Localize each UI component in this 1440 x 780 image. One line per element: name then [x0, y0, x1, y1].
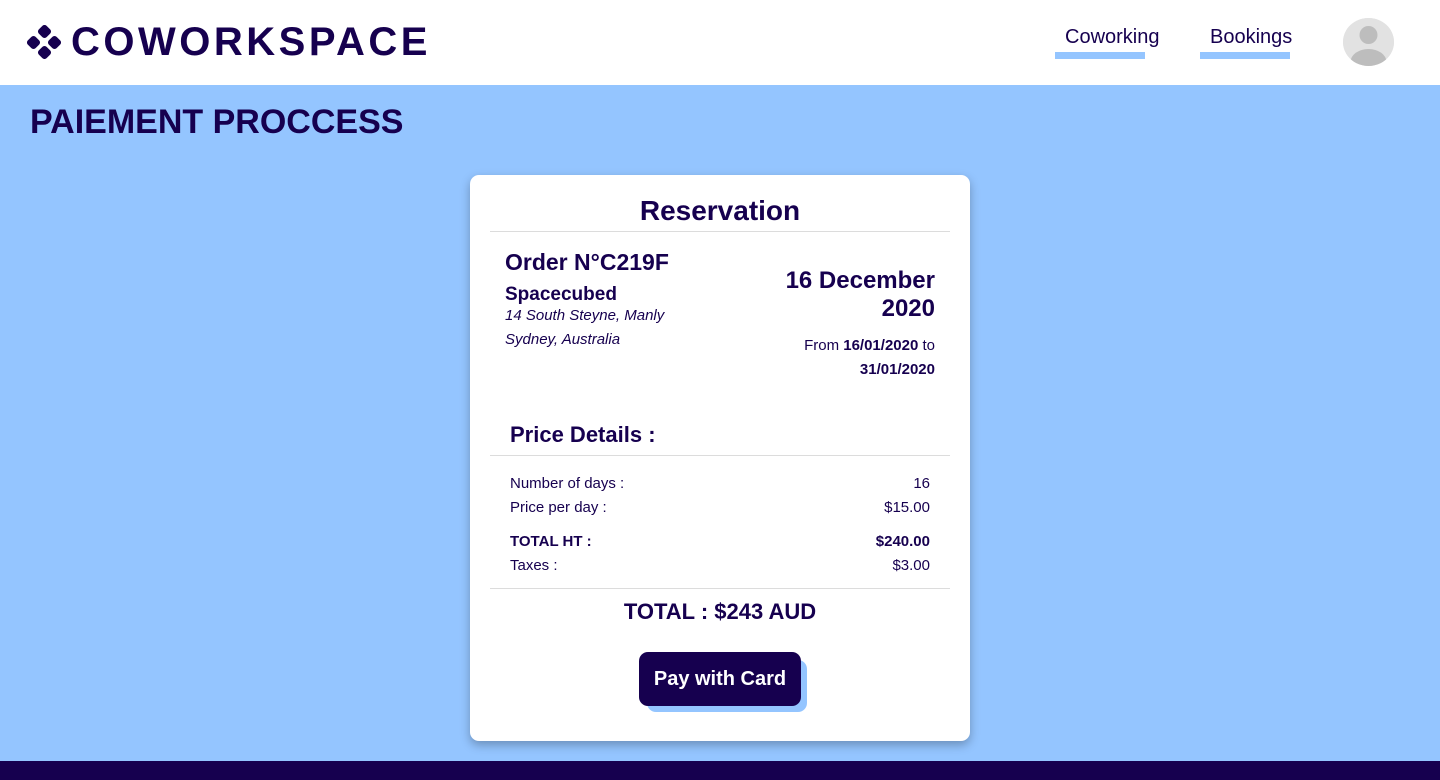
reservation-date-line-1: 16 December: [785, 267, 935, 294]
address-line-1: 14 South Steyne, Manly: [505, 307, 665, 324]
divider: [490, 588, 950, 589]
price-row-total-ht: TOTAL HT : $240.00: [510, 533, 930, 553]
reservation-date-line-2: 2020: [881, 295, 935, 322]
reservation-date: 16 December 2020: [715, 267, 935, 323]
nav-bookings-label: Bookings: [1210, 26, 1293, 48]
pay-with-card-button[interactable]: Pay with Card: [639, 652, 801, 706]
brand-name: COWORKSPACE: [71, 20, 431, 64]
four-diamond-logo-icon: [27, 25, 61, 59]
divider: [490, 455, 950, 456]
range-from-date: 16/01/2020: [843, 337, 919, 354]
brand-logo[interactable]: COWORKSPACE: [27, 20, 431, 64]
reservation-title: Reservation: [639, 195, 801, 226]
space-name: Spacecubed: [505, 284, 617, 305]
nav-coworking[interactable]: Coworking: [1055, 26, 1159, 60]
price-row-taxes: Taxes : $3.00: [510, 557, 930, 577]
header: COWORKSPACE Coworking Bookings: [0, 0, 1440, 85]
price-row-label: Taxes :: [510, 557, 558, 574]
user-avatar[interactable]: [1343, 18, 1394, 66]
divider: [490, 231, 950, 232]
grand-total: TOTAL : $243 AUD: [623, 599, 817, 624]
order-number: Order N°C219F: [505, 249, 669, 275]
range-to-date: 31/01/2020: [859, 361, 935, 378]
price-row-value: 16: [913, 475, 930, 492]
price-row-value: $15.00: [884, 499, 930, 516]
price-row-days: Number of days : 16: [510, 475, 930, 495]
price-details-title: Price Details :: [510, 422, 656, 447]
price-row-value: $3.00: [892, 557, 930, 574]
price-row-per-day: Price per day : $15.00: [510, 499, 930, 519]
price-row-label: Number of days :: [510, 475, 625, 492]
price-row-label: Price per day :: [510, 499, 607, 516]
price-row-value: $240.00: [875, 533, 930, 550]
nav-bookings[interactable]: Bookings: [1200, 26, 1292, 60]
range-to-label: to: [922, 337, 935, 354]
footer-bar: [0, 761, 1440, 780]
address-line-2: Sydney, Australia: [505, 331, 621, 348]
date-range: From 16/01/2020 to 31/01/2020: [735, 334, 935, 382]
nav-underline: [1055, 52, 1145, 59]
pay-button-wrap: Pay with Card: [639, 652, 809, 714]
price-row-label: TOTAL HT :: [510, 533, 592, 550]
page-title: PAIEMENT PROCCESS: [30, 103, 404, 141]
user-avatar-icon: [1343, 18, 1394, 66]
reservation-card: Reservation Order N°C219F Spacecubed 14 …: [470, 175, 970, 741]
range-from-label: From: [804, 337, 840, 354]
nav-coworking-label: Coworking: [1065, 26, 1160, 48]
nav-underline: [1200, 52, 1290, 59]
